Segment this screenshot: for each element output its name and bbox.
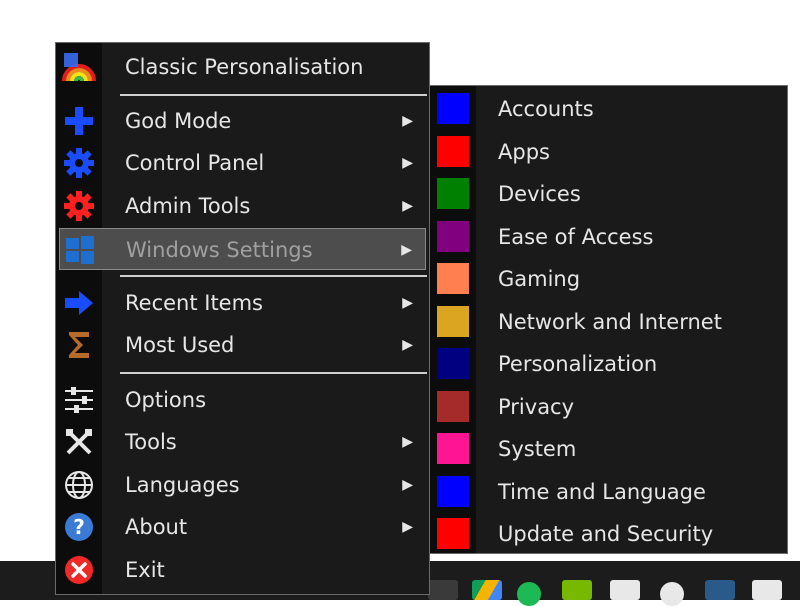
color-swatch-icon: [437, 93, 469, 124]
google-drive-icon[interactable]: [472, 580, 502, 600]
gear-red-icon: [62, 190, 96, 222]
menu-item-label: Tools: [125, 430, 177, 454]
submenu-arrow-icon: ▶: [402, 477, 413, 493]
submenu-item-label: Network and Internet: [498, 309, 722, 334]
equalizer-icon[interactable]: [428, 580, 458, 600]
nvidia-icon[interactable]: [562, 580, 592, 600]
submenu-arrow-icon: ▶: [402, 155, 413, 171]
menu-item-recent-items[interactable]: Recent Items ▶: [56, 282, 429, 324]
main-context-menu: Classic Personalisation God Mode ▶ Contr…: [55, 42, 430, 595]
menu-item-windows-settings[interactable]: Windows Settings ▶: [59, 228, 426, 270]
sigma-icon: [62, 329, 96, 361]
sliders-icon: [62, 384, 96, 416]
menu-item-label: Options: [125, 388, 207, 412]
submenu-item-privacy[interactable]: Privacy: [430, 386, 787, 429]
submenu-item-personalization[interactable]: Personalization: [430, 343, 787, 386]
submenu-item-update-and-security[interactable]: Update and Security: [430, 513, 787, 556]
submenu-arrow-icon: ▶: [402, 337, 413, 353]
menu-item-classic-personalisation[interactable]: Classic Personalisation: [56, 46, 429, 88]
tools-icon: [62, 426, 96, 458]
photos-icon[interactable]: [610, 580, 640, 600]
submenu-arrow-icon: ▶: [402, 434, 413, 450]
menu-separator: [120, 275, 427, 277]
menu-item-label: Admin Tools: [125, 194, 251, 218]
spotify-icon[interactable]: [517, 582, 541, 606]
submenu-arrow-icon: ▶: [402, 198, 413, 214]
menu-item-god-mode[interactable]: God Mode ▶: [56, 100, 429, 142]
gear-blue-icon: [62, 147, 96, 179]
menu-item-most-used[interactable]: Most Used ▶: [56, 324, 429, 366]
menu-separator: [120, 94, 427, 96]
submenu-item-time-and-language[interactable]: Time and Language: [430, 471, 787, 514]
menu-item-exit[interactable]: Exit: [56, 549, 429, 591]
submenu-arrow-icon: ▶: [401, 242, 412, 258]
submenu-item-label: Ease of Access: [498, 224, 654, 249]
menu-item-tools[interactable]: Tools ▶: [56, 421, 429, 463]
menu-item-options[interactable]: Options: [56, 379, 429, 421]
submenu-item-label: Time and Language: [498, 479, 706, 504]
menu-item-label: Languages: [125, 473, 240, 497]
submenu-item-label: Apps: [498, 139, 550, 164]
submenu-arrow-icon: ▶: [402, 295, 413, 311]
app-icon[interactable]: [705, 580, 735, 600]
menu-item-label: Most Used: [125, 333, 235, 357]
printer-icon[interactable]: [752, 580, 782, 600]
menu-item-label: About: [125, 515, 188, 539]
submenu-item-apps[interactable]: Apps: [430, 131, 787, 174]
menu-item-admin-tools[interactable]: Admin Tools ▶: [56, 185, 429, 227]
submenu-item-label: Devices: [498, 182, 581, 206]
arrow-right-icon: [62, 287, 96, 319]
windows-logo-icon: [63, 234, 97, 266]
menu-item-about[interactable]: ? About ▶: [56, 506, 429, 548]
globe-icon: [62, 469, 96, 501]
color-swatch-icon: [437, 263, 469, 294]
submenu-item-gaming[interactable]: Gaming: [430, 258, 787, 301]
submenu-item-label: Accounts: [498, 97, 594, 121]
submenu-item-label: Personalization: [498, 352, 658, 376]
windows-settings-submenu: Accounts Apps Devices Ease of Access Gam…: [429, 85, 788, 554]
submenu-item-label: Update and Security: [498, 522, 714, 546]
submenu-item-label: System: [498, 437, 577, 461]
color-swatch-icon: [437, 178, 469, 209]
submenu-item-label: Privacy: [498, 394, 575, 419]
menu-item-control-panel[interactable]: Control Panel ▶: [56, 142, 429, 184]
menu-item-label: God Mode: [125, 109, 232, 133]
menu-item-label: Control Panel: [125, 151, 265, 175]
github-icon[interactable]: [660, 582, 684, 606]
rainbow-icon: [62, 51, 96, 83]
submenu-arrow-icon: ▶: [402, 113, 413, 129]
color-swatch-icon: [437, 390, 469, 422]
color-swatch-icon: [437, 433, 469, 464]
menu-item-label: Exit: [125, 558, 165, 582]
color-swatch-icon: [437, 220, 469, 252]
color-swatch-icon: [437, 305, 469, 337]
menu-item-languages[interactable]: Languages ▶: [56, 464, 429, 506]
color-swatch-icon: [437, 475, 469, 507]
svg-text:?: ?: [73, 515, 85, 539]
submenu-item-ease-of-access[interactable]: Ease of Access: [430, 216, 787, 259]
menu-separator: [120, 372, 427, 374]
submenu-item-devices[interactable]: Devices: [430, 173, 787, 216]
submenu-item-accounts[interactable]: Accounts: [430, 88, 787, 131]
menu-item-label: Recent Items: [125, 291, 263, 315]
color-swatch-icon: [437, 518, 469, 549]
submenu-arrow-icon: ▶: [402, 519, 413, 535]
menu-item-label: Classic Personalisation: [125, 55, 364, 79]
color-swatch-icon: [437, 348, 469, 379]
question-icon: ?: [62, 511, 96, 543]
color-swatch-icon: [437, 135, 469, 167]
plus-icon: [62, 105, 96, 137]
menu-item-label: Windows Settings: [126, 238, 313, 262]
close-circle-icon: [62, 554, 96, 586]
submenu-item-network-and-internet[interactable]: Network and Internet: [430, 301, 787, 344]
submenu-item-system[interactable]: System: [430, 428, 787, 471]
submenu-item-label: Gaming: [498, 267, 581, 291]
